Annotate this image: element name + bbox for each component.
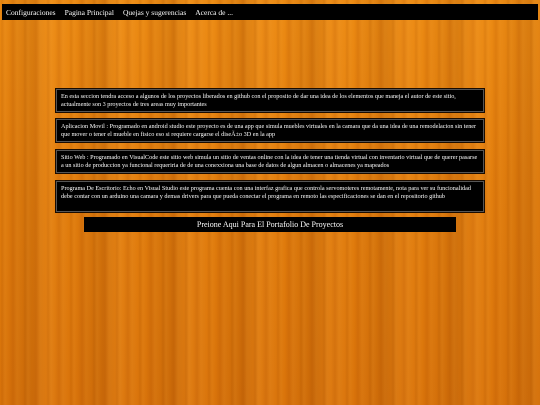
mobile-app-panel: Aplicacion Movil : Programado en android… — [56, 119, 484, 142]
nav-link-configuraciones[interactable]: Configuraciones — [6, 8, 56, 17]
portfolio-link-button[interactable]: Preione Aqui Para El Portafolio De Proye… — [84, 217, 456, 232]
nav-link-pagina-principal[interactable]: Pagina Principal — [65, 8, 114, 17]
nav-link-quejas-sugerencias[interactable]: Quejas y sugerencias — [123, 8, 186, 17]
top-navigation-bar: Configuraciones Pagina Principal Quejas … — [2, 4, 538, 20]
nav-link-acerca-de[interactable]: Acerca de ... — [195, 8, 233, 17]
website-panel: Sitio Web : Programado en VisualCode est… — [56, 150, 484, 173]
intro-panel: En esta seccion tendra acceso a algunos … — [56, 89, 484, 112]
desktop-program-panel: Programa De Escritorio: Echo en Visual S… — [56, 181, 484, 212]
